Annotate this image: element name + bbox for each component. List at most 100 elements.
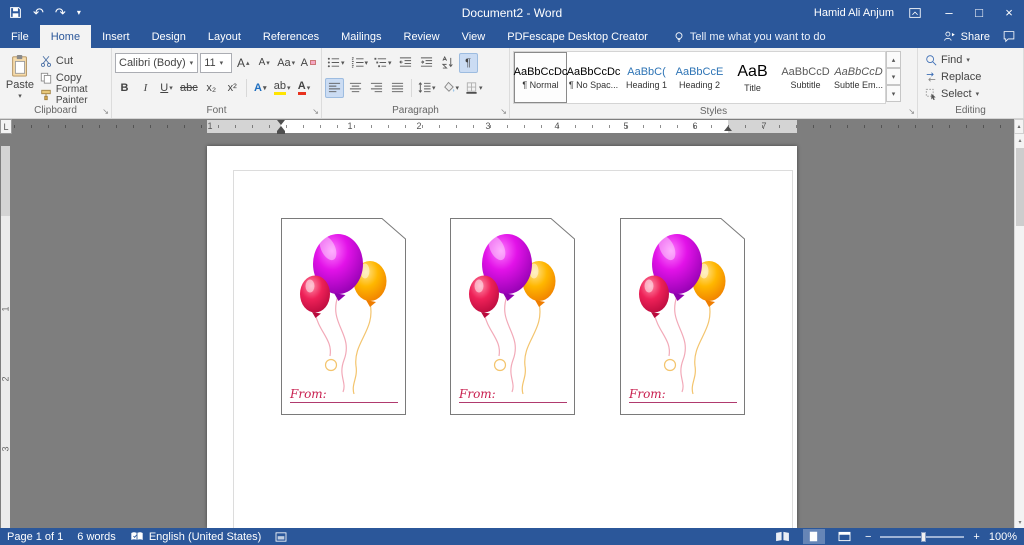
zoom-slider-thumb[interactable]: [921, 532, 926, 542]
paste-button[interactable]: Paste ▾: [3, 50, 37, 103]
borders-button[interactable]: ▾: [463, 78, 485, 98]
scroll-up-button[interactable]: ▴: [1014, 119, 1024, 134]
document-page[interactable]: From: From: From:: [207, 146, 797, 528]
increase-indent-button[interactable]: [417, 53, 436, 73]
save-icon[interactable]: [9, 6, 22, 19]
align-right-icon: [370, 81, 383, 94]
redo-icon[interactable]: ↷: [55, 6, 66, 19]
shading-button[interactable]: ▾: [440, 78, 462, 98]
font-name-combo[interactable]: Calibri (Body) ▾: [115, 53, 198, 73]
line-spacing-button[interactable]: ▾: [416, 78, 438, 98]
scroll-up-arrow-icon[interactable]: ▴: [1015, 134, 1024, 146]
spellcheck-status[interactable]: English (United States): [130, 531, 262, 543]
scrollbar-thumb[interactable]: [1016, 148, 1024, 226]
right-indent-marker[interactable]: [724, 126, 732, 131]
style-normal[interactable]: AaBbCcDc ¶ Normal: [514, 52, 567, 103]
subscript-button[interactable]: x₂: [202, 78, 221, 98]
close-button[interactable]: ×: [994, 0, 1024, 25]
tab-file[interactable]: File: [0, 25, 40, 48]
align-center-button[interactable]: [346, 78, 365, 98]
font-size-combo[interactable]: 11 ▾: [200, 53, 232, 73]
styles-dialog-launcher[interactable]: ↘: [908, 108, 915, 116]
customize-quick-access-icon[interactable]: ▾: [77, 9, 81, 17]
ribbon-display-options-icon[interactable]: [908, 6, 922, 20]
undo-icon[interactable]: ↶: [33, 6, 44, 19]
justify-button[interactable]: [388, 78, 407, 98]
zoom-slider[interactable]: [880, 536, 964, 538]
font-color-dropdown-icon: ▾: [307, 84, 311, 92]
tab-review[interactable]: Review: [393, 25, 451, 48]
change-case-button[interactable]: Aa▾: [276, 53, 297, 73]
style-subtitle[interactable]: AaBbCcD Subtitle: [779, 52, 832, 103]
share-button[interactable]: Share: [943, 30, 990, 43]
ruler-number: 1: [205, 121, 215, 131]
italic-button[interactable]: I: [136, 78, 155, 98]
text-effects-button[interactable]: A▾: [251, 78, 270, 98]
clipboard-dialog-launcher[interactable]: ↘: [102, 108, 109, 116]
format-painter-button[interactable]: Format Painter: [37, 86, 108, 103]
align-left-button[interactable]: [325, 78, 344, 98]
replace-button[interactable]: Replace: [921, 68, 1020, 85]
gift-tag-3[interactable]: From:: [620, 218, 745, 415]
show-formatting-marks-button[interactable]: ¶: [459, 53, 478, 73]
clear-formatting-button[interactable]: A: [299, 53, 318, 73]
tab-references[interactable]: References: [252, 25, 330, 48]
minimize-button[interactable]: –: [934, 0, 964, 25]
styles-more-button[interactable]: ▾: [886, 85, 901, 102]
page-indicator[interactable]: Page 1 of 1: [7, 531, 63, 543]
tell-me-box[interactable]: Tell me what you want to do: [673, 25, 826, 48]
decrease-indent-button[interactable]: [396, 53, 415, 73]
style-subtle-emphasis[interactable]: AaBbCcD Subtle Em...: [832, 52, 885, 103]
vertical-scrollbar[interactable]: ▴ ▾: [1014, 134, 1024, 528]
superscript-button[interactable]: x²: [223, 78, 242, 98]
restore-button[interactable]: □: [964, 0, 994, 25]
style-heading-1[interactable]: AaBbC( Heading 1: [620, 52, 673, 103]
align-right-button[interactable]: [367, 78, 386, 98]
tab-view[interactable]: View: [451, 25, 497, 48]
styles-scroll-down-button[interactable]: ▾: [886, 68, 901, 85]
tab-stop-selector[interactable]: L: [0, 119, 12, 134]
tab-mailings[interactable]: Mailings: [330, 25, 392, 48]
font-color-button[interactable]: A▾: [295, 78, 314, 98]
sort-button[interactable]: [438, 53, 457, 73]
zoom-level[interactable]: 100%: [989, 531, 1017, 543]
web-layout-button[interactable]: [834, 529, 856, 544]
word-count[interactable]: 6 words: [77, 531, 116, 543]
gift-tag-2[interactable]: From:: [450, 218, 575, 415]
comments-icon[interactable]: [1002, 30, 1016, 43]
find-button[interactable]: Find ▾: [921, 51, 1020, 68]
zoom-in-button[interactable]: +: [973, 531, 979, 543]
tab-layout[interactable]: Layout: [197, 25, 252, 48]
first-line-indent-marker[interactable]: [277, 120, 285, 125]
style-name: ¶ No Spac...: [569, 80, 618, 90]
styles-scroll-up-button[interactable]: ▴: [886, 51, 901, 68]
strikethrough-button[interactable]: abc: [178, 78, 200, 98]
scroll-down-arrow-icon[interactable]: ▾: [1015, 516, 1024, 528]
user-name[interactable]: Hamid Ali Anjum: [814, 7, 894, 19]
cut-button[interactable]: Cut: [37, 52, 108, 69]
highlight-button[interactable]: ab▾: [272, 78, 293, 98]
numbering-button[interactable]: ▾: [349, 53, 371, 73]
read-mode-button[interactable]: [772, 529, 794, 544]
print-layout-button[interactable]: [803, 529, 825, 544]
tab-design[interactable]: Design: [141, 25, 197, 48]
shrink-font-button[interactable]: A▾: [255, 53, 274, 73]
multilevel-list-button[interactable]: ▾: [372, 53, 394, 73]
font-dialog-launcher[interactable]: ↘: [312, 108, 319, 116]
tab-insert[interactable]: Insert: [91, 25, 141, 48]
bullets-button[interactable]: ▾: [325, 53, 347, 73]
macro-record-icon[interactable]: [275, 532, 287, 542]
style-title[interactable]: AaB Title: [726, 52, 779, 103]
underline-button[interactable]: U▾: [157, 78, 176, 98]
gift-tag-1[interactable]: From:: [281, 218, 406, 415]
zoom-out-button[interactable]: −: [865, 531, 871, 543]
tab-home[interactable]: Home: [40, 25, 91, 48]
bold-button[interactable]: B: [115, 78, 134, 98]
tab-pdfescape[interactable]: PDFescape Desktop Creator: [496, 25, 659, 48]
style-heading-2[interactable]: AaBbCcE Heading 2: [673, 52, 726, 103]
paragraph-dialog-launcher[interactable]: ↘: [500, 108, 507, 116]
select-button[interactable]: Select ▾: [921, 85, 1020, 102]
ruler-number: 6: [690, 121, 700, 131]
style-no-spacing[interactable]: AaBbCcDc ¶ No Spac...: [567, 52, 620, 103]
grow-font-button[interactable]: A▴: [234, 53, 253, 73]
